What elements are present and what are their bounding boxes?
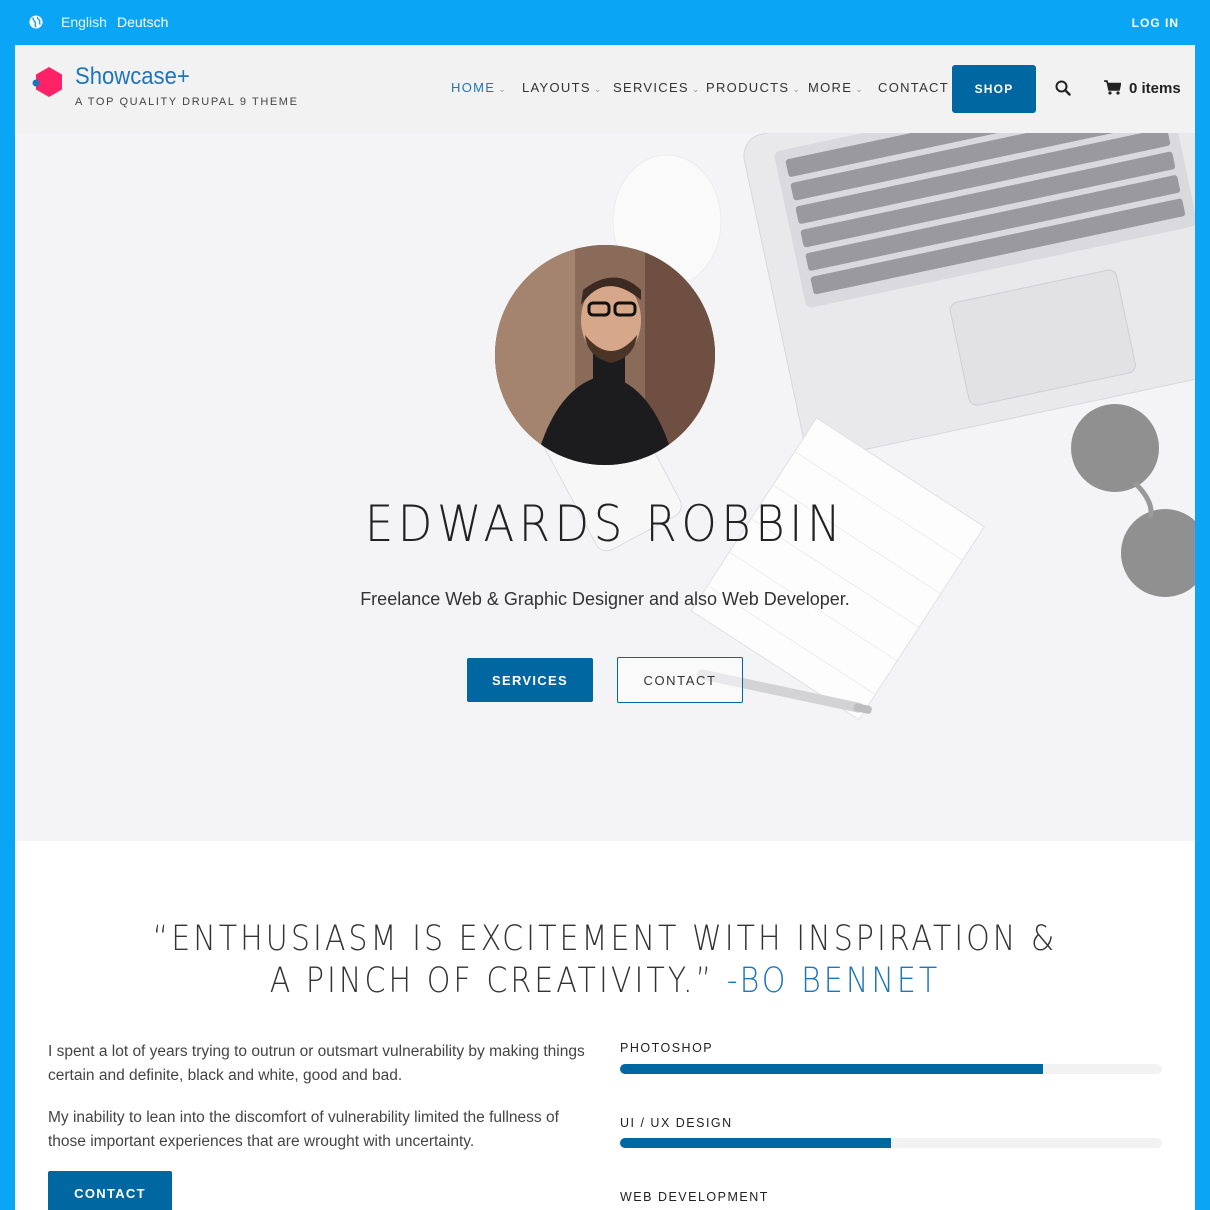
nav-products[interactable]: PRODUCTS ⌄ <box>706 80 801 95</box>
about-contact-button[interactable]: CONTACT <box>48 1171 172 1210</box>
hero-section: EDWARDS ROBBIN Freelance Web & Graphic D… <box>15 133 1195 841</box>
chevron-down-icon: ⌄ <box>593 84 603 94</box>
nav-label: SERVICES <box>613 80 689 95</box>
chevron-down-icon: ⌄ <box>691 84 701 94</box>
cart-icon[interactable] <box>1104 80 1121 95</box>
chevron-down-icon: ⌄ <box>792 84 802 94</box>
bio-paragraph-2: My inability to lean into the discomfort… <box>48 1109 559 1150</box>
quote-line-1: “ENTHUSIASM IS EXCITEMENT WITH INSPIRATI… <box>152 919 1058 959</box>
nav-more[interactable]: MORE ⌄ <box>808 80 864 95</box>
nav-label: MORE <box>808 80 853 95</box>
nav-label: PRODUCTS <box>706 80 790 95</box>
avatar <box>495 245 715 465</box>
cart-count[interactable]: 0 items <box>1129 80 1181 97</box>
site-slogan: A TOP QUALITY DRUPAL 9 THEME <box>75 96 299 108</box>
services-button[interactable]: SERVICES <box>467 658 593 702</box>
quote-author: -BO BENNET <box>726 961 941 1001</box>
nav-services[interactable]: SERVICES ⌄ <box>613 80 701 95</box>
skill-label-uiux: UI / UX DESIGN <box>620 1116 733 1130</box>
skill-bar-photoshop <box>620 1064 1162 1074</box>
skill-bar-fill <box>620 1138 891 1148</box>
nav-home[interactable]: HOME ⌄ <box>451 80 507 95</box>
logo-icon[interactable] <box>31 65 65 99</box>
skill-label-photoshop: PHOTOSHOP <box>620 1041 714 1055</box>
skill-bar-uiux <box>620 1138 1162 1148</box>
search-icon[interactable] <box>1055 80 1071 96</box>
bio-paragraph-1: I spent a lot of years trying to outrun … <box>48 1043 585 1084</box>
hero-title: EDWARDS ROBBIN <box>364 495 846 553</box>
quote-line-2: A PINCH OF CREATIVITY.” -BO BENNET <box>98 960 1113 1002</box>
page: Showcase+ A TOP QUALITY DRUPAL 9 THEME H… <box>15 45 1195 1210</box>
nav-label: CONTACT <box>878 80 949 95</box>
hero-tagline: Freelance Web & Graphic Designer and als… <box>360 589 850 609</box>
site-name[interactable]: Showcase+ <box>75 63 190 91</box>
top-bar: English Deutsch LOG IN <box>0 0 1210 45</box>
nav-contact[interactable]: CONTACT <box>878 80 949 95</box>
chevron-down-icon: ⌄ <box>855 84 865 94</box>
shop-button[interactable]: SHOP <box>952 65 1036 113</box>
language-english[interactable]: English <box>61 14 107 30</box>
skill-label-webdev: WEB DEVELOPMENT <box>620 1190 769 1204</box>
hero-background-image <box>523 133 1195 721</box>
nav-label: LAYOUTS <box>522 80 591 95</box>
language-deutsch[interactable]: Deutsch <box>117 14 168 30</box>
quote-text: A PINCH OF CREATIVITY.” <box>269 961 715 1001</box>
avatar-photo <box>495 245 715 465</box>
quote: “ENTHUSIASM IS EXCITEMENT WITH INSPIRATI… <box>15 918 1195 1002</box>
chevron-down-icon: ⌄ <box>498 84 508 94</box>
globe-icon <box>29 15 43 29</box>
nav-layouts[interactable]: LAYOUTS ⌄ <box>522 80 603 95</box>
site-header: Showcase+ A TOP QUALITY DRUPAL 9 THEME H… <box>15 45 1195 133</box>
skill-bar-fill <box>620 1064 1043 1074</box>
nav-label: HOME <box>451 80 496 95</box>
contact-button[interactable]: CONTACT <box>617 657 743 703</box>
login-link[interactable]: LOG IN <box>1132 16 1179 30</box>
